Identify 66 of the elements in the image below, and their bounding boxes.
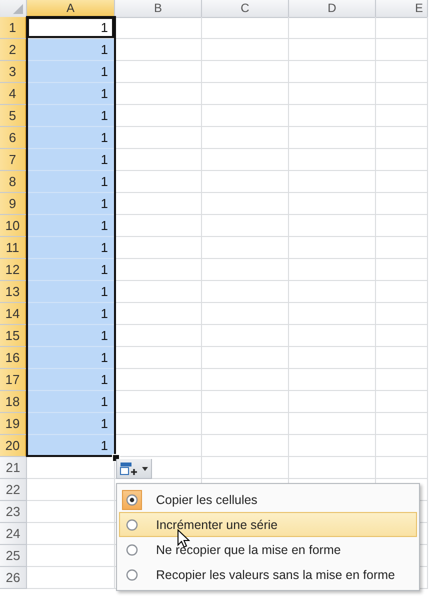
row-header[interactable]: 14 [0, 303, 27, 325]
column-header[interactable]: B [115, 0, 202, 18]
row-header[interactable]: 26 [0, 567, 27, 589]
table-cell: 1 [27, 303, 115, 325]
menu-item-label: Incrémenter une série [156, 518, 278, 532]
table-cell: 1 [27, 105, 115, 127]
paste-options-icon [120, 462, 138, 476]
table-cell: 1 [27, 127, 115, 149]
table-cell: 1 [27, 369, 115, 391]
table-cell: 1 [27, 39, 115, 61]
radio-button[interactable] [126, 544, 138, 556]
table-cell: 1 [27, 413, 115, 435]
corner-triangle-icon [13, 4, 23, 14]
column-header[interactable]: D [289, 0, 376, 18]
table-cell: 1 [27, 237, 115, 259]
row-header[interactable]: 20 [0, 435, 27, 457]
table-cell: 1 [27, 347, 115, 369]
row-header[interactable]: 10 [0, 215, 27, 237]
menu-item-label: Ne recopier que la mise en forme [156, 542, 341, 556]
table-cell: 1 [27, 61, 115, 83]
row-header[interactable]: 12 [0, 259, 27, 281]
menu-item[interactable]: Recopier les valeurs sans la mise en forme [119, 562, 417, 587]
caret-icon [142, 466, 148, 470]
autofill-options-button[interactable] [116, 459, 152, 479]
row-header[interactable]: 8 [0, 171, 27, 193]
radio-button[interactable] [126, 568, 138, 580]
table-cell: 1 [27, 325, 115, 347]
menu-item[interactable]: Copier les cellules [119, 487, 417, 512]
menu-item-label: Copier les cellules [156, 492, 258, 506]
row-header[interactable]: 11 [0, 237, 27, 259]
row-header[interactable]: 23 [0, 501, 27, 523]
select-all-corner[interactable] [0, 0, 27, 18]
menu-item-label: Recopier les valeurs sans la mise en forme [156, 568, 395, 582]
row-header[interactable]: 19 [0, 413, 27, 435]
row-header[interactable]: 4 [0, 83, 27, 105]
row-header[interactable]: 15 [0, 325, 27, 347]
table-cell: 1 [27, 193, 115, 215]
menu-item[interactable]: Ne recopier que la mise en forme [119, 537, 417, 562]
radio-button[interactable] [126, 494, 138, 506]
menu-item[interactable]: Incrémenter une série [119, 512, 417, 537]
row-header[interactable]: 5 [0, 105, 27, 127]
table-cell: 1 [27, 259, 115, 281]
table-cell: 1 [27, 149, 115, 171]
column-header[interactable]: C [202, 0, 289, 18]
row-header[interactable]: 7 [0, 149, 27, 171]
table-cell: 1 [27, 281, 115, 303]
table-cell: 1 [27, 17, 115, 39]
row-header[interactable]: 6 [0, 127, 27, 149]
row-header[interactable]: 22 [0, 479, 27, 501]
row-header[interactable]: 24 [0, 523, 27, 545]
row-header[interactable]: 9 [0, 193, 27, 215]
table-cell: 1 [27, 83, 115, 105]
table-cell: 1 [27, 171, 115, 193]
row-header[interactable]: 2 [0, 39, 27, 61]
row-header[interactable]: 21 [0, 457, 27, 479]
column-header[interactable]: E [376, 0, 428, 18]
row-header[interactable]: 18 [0, 391, 27, 413]
row-header[interactable]: 1 [0, 17, 27, 39]
radio-button[interactable] [126, 518, 138, 530]
row-header[interactable]: 13 [0, 281, 27, 303]
row-header[interactable]: 25 [0, 545, 27, 567]
row-header[interactable]: 16 [0, 347, 27, 369]
row-header[interactable]: 17 [0, 369, 27, 391]
row-header[interactable]: 3 [0, 61, 27, 83]
table-cell: 1 [27, 215, 115, 237]
table-cell: 1 [27, 391, 115, 413]
